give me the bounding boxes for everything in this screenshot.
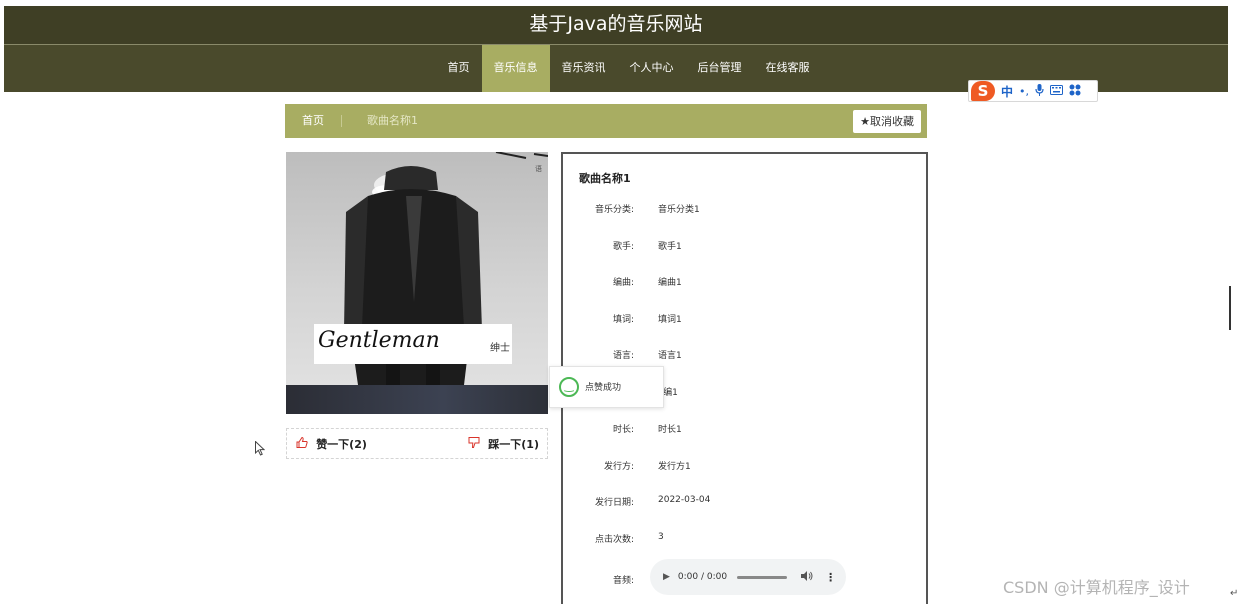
detail-label: 填词: — [612, 315, 634, 325]
cover-signature-label: 绅士 — [490, 343, 510, 354]
detail-row-duration: 时长: 时长1 — [563, 422, 926, 436]
vote-bar: 赞一下(2) 踩一下(1) — [286, 428, 548, 459]
thumbs-up-icon — [296, 436, 312, 451]
detail-value: 发行方1 — [658, 462, 691, 472]
detail-row-publisher: 发行方: 发行方1 — [563, 459, 926, 473]
dislike-label: 踩一下(1) — [488, 438, 539, 451]
detail-value: 2022-03-04 — [658, 495, 711, 505]
nav-item-music-news[interactable]: 音乐资讯 — [550, 45, 618, 92]
detail-value: 歌手1 — [658, 242, 682, 252]
play-icon[interactable]: ▶ — [663, 572, 670, 582]
nav-item-online-service[interactable]: 在线客服 — [754, 45, 822, 92]
punctuation-icon[interactable]: •, — [1019, 85, 1029, 98]
dislike-button[interactable]: 踩一下(1) — [468, 429, 539, 460]
detail-row-click-count: 点击次数: 3 — [563, 532, 926, 546]
breadcrumb-current: 歌曲名称1 — [367, 114, 418, 127]
like-success-toast: ‿ 点赞成功 — [549, 366, 664, 408]
detail-row-language: 语言: 语言1 — [563, 348, 926, 362]
toast-message: 点赞成功 — [585, 383, 622, 393]
ime-mode-toggle[interactable]: 中 — [1001, 83, 1013, 100]
site-title: 基于Java的音乐网站 — [529, 13, 703, 35]
audio-progress-slider[interactable] — [737, 575, 788, 579]
detail-row-release-date: 发行日期: 2022-03-04 — [563, 495, 926, 509]
detail-label: 歌手: — [612, 242, 634, 252]
sogou-logo-icon[interactable]: S — [971, 81, 995, 101]
detail-label: 发行日期: — [594, 498, 634, 508]
edge-line — [1229, 286, 1231, 330]
detail-value: 3 — [658, 532, 664, 542]
detail-label: 点击次数: — [594, 535, 634, 545]
like-label: 赞一下(2) — [316, 438, 367, 451]
volume-icon[interactable] — [801, 570, 813, 584]
grid-icon[interactable] — [1069, 84, 1081, 99]
detail-row-category: 音乐分类: 音乐分类1 — [563, 202, 926, 216]
unfavorite-button[interactable]: ★取消收藏 — [853, 110, 921, 133]
detail-row-arranger: 编曲: 编曲1 — [563, 275, 926, 289]
star-icon: ★ — [860, 115, 870, 128]
detail-value: 时长1 — [658, 425, 682, 435]
unfavorite-label: 取消收藏 — [870, 115, 914, 128]
detail-value: 填词1 — [658, 315, 682, 325]
nav-item-home[interactable]: 首页 — [436, 45, 482, 92]
song-name: 歌曲名称1 — [579, 172, 631, 185]
detail-value: 音乐分类1 — [658, 205, 700, 215]
detail-label: 编曲: — [612, 278, 634, 288]
detail-label: 音乐分类: — [594, 205, 634, 215]
thumbs-down-icon — [468, 437, 484, 451]
breadcrumb: 首页 歌曲名称1 ★取消收藏 — [285, 104, 927, 138]
audio-time: 0:00 / 0:00 — [677, 572, 728, 582]
return-icon: ↵ — [1230, 588, 1239, 599]
detail-value: 编曲1 — [658, 278, 682, 288]
detail-label: 发行方: — [603, 462, 634, 472]
microphone-icon[interactable] — [1035, 83, 1044, 99]
nav-item-user-center[interactable]: 个人中心 — [618, 45, 686, 92]
ime-toolbar[interactable]: S 中 •, — [968, 80, 1098, 102]
breadcrumb-home-link[interactable]: 首页 — [302, 104, 324, 138]
album-cover-image: 语 Gentleman 绅士 — [286, 152, 548, 414]
nav-item-admin[interactable]: 后台管理 — [686, 45, 754, 92]
nav-item-music-info[interactable]: 音乐信息 — [481, 45, 550, 92]
like-button[interactable]: 赞一下(2) — [296, 429, 367, 460]
mouse-cursor-icon — [255, 440, 266, 459]
cover-corner-mark: 语 — [535, 165, 542, 173]
smile-icon: ‿ — [559, 377, 579, 397]
more-options-icon[interactable]: ⋮ — [825, 571, 836, 584]
detail-value: 语言1 — [658, 351, 682, 361]
detail-label: 语言: — [612, 351, 634, 361]
breadcrumb-separator — [341, 115, 342, 127]
detail-row-singer: 歌手: 歌手1 — [563, 239, 926, 253]
audio-label: 音频: — [612, 576, 634, 586]
detail-row-lyricist: 填词: 填词1 — [563, 312, 926, 326]
csdn-watermark: CSDN @计算机程序_设计 — [1003, 578, 1190, 597]
cover-signature-box: Gentleman 绅士 — [314, 324, 512, 364]
cover-signature: Gentleman — [318, 328, 440, 353]
detail-label: 时长: — [612, 425, 634, 435]
audio-player[interactable]: ▶ 0:00 / 0:00 ⋮ — [650, 559, 846, 595]
keyboard-icon[interactable] — [1050, 84, 1064, 98]
